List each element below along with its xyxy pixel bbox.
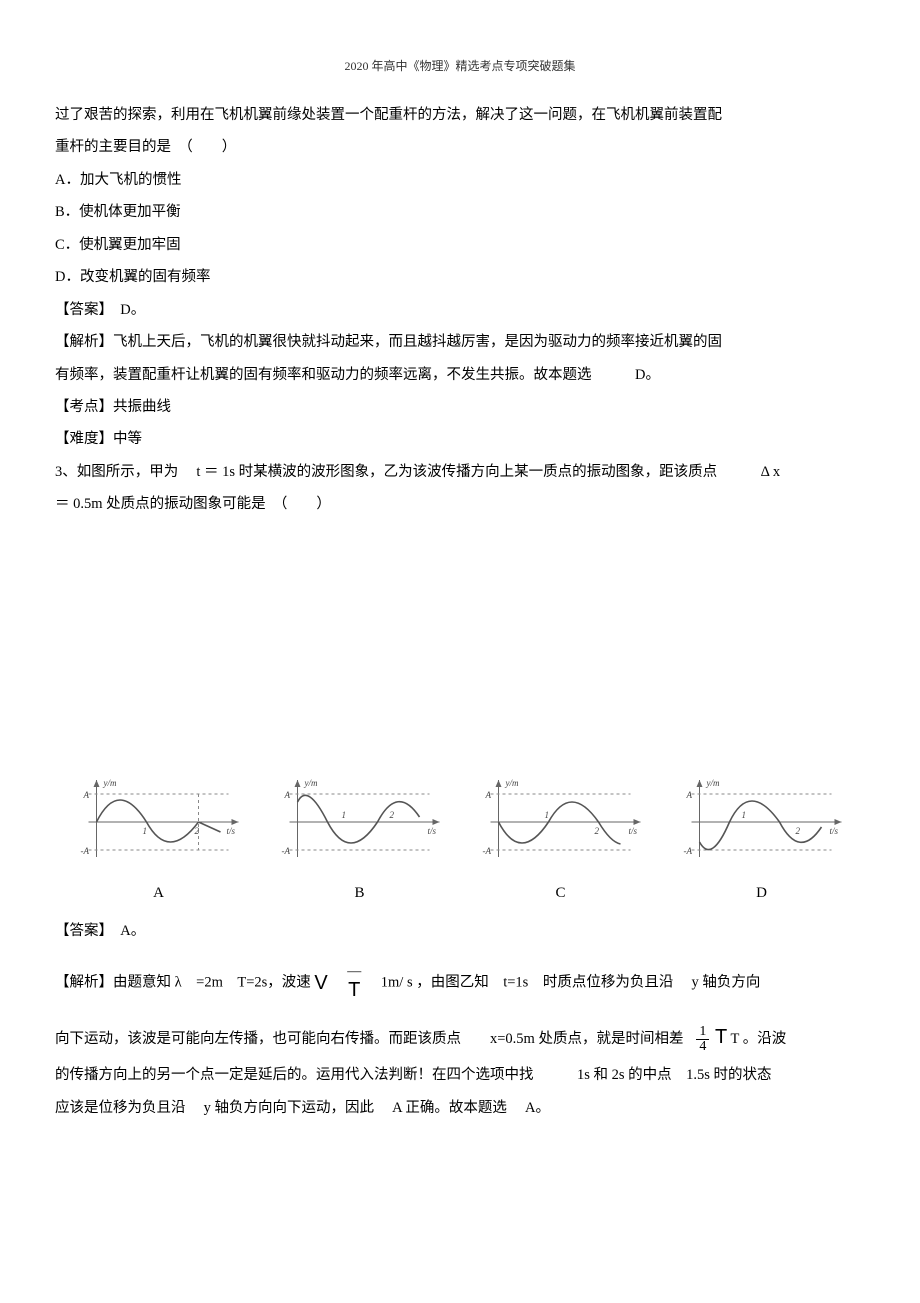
exp2-pre: 【解析】由题意知 λ =2m T=2s，波速 bbox=[55, 974, 311, 990]
period-T: T bbox=[344, 980, 364, 1001]
figure-placeholder bbox=[55, 522, 865, 762]
svg-text:t/s: t/s bbox=[629, 826, 638, 836]
document-body: 过了艰苦的探索，利用在飞机机翼前缘处装置一个配重杆的方法，解决了这一问题，在飞机… bbox=[55, 100, 865, 1123]
velocity-v: V bbox=[314, 972, 327, 994]
q2-stem-line2: 重杆的主要目的是 （ ） bbox=[55, 132, 865, 162]
frac-num: 1 bbox=[696, 1025, 709, 1041]
option-diagrams: y/m A -A 1 2 t/s A y/m A -A 1 bbox=[55, 772, 865, 910]
dash: — bbox=[344, 965, 364, 980]
explain-q3-line1: 【解析】由题意知 λ =2m T=2s，波速 V — T 1m/ s ，由图乙知… bbox=[55, 962, 865, 1004]
frac-den: 4 bbox=[696, 1040, 709, 1055]
option-c: C．使机翼更加牢固 bbox=[55, 230, 865, 260]
exp2-post: 1m/ s ，由图乙知 t=1s 时质点位移为负且沿 y 轴负方向 bbox=[381, 974, 761, 990]
svg-text:A: A bbox=[284, 790, 291, 800]
explain-q3-line3: 的传播方向上的另一个点一定是延后的。运用代入法判断！在四个选项中找 1s 和 2… bbox=[55, 1060, 865, 1090]
svg-text:A: A bbox=[686, 790, 693, 800]
svg-text:A: A bbox=[83, 790, 90, 800]
svg-text:A: A bbox=[485, 790, 492, 800]
wave-d-svg: y/m A -A 1 2 t/s bbox=[666, 772, 857, 867]
svg-text:t/s: t/s bbox=[830, 826, 839, 836]
explain-q3-line4: 应该是位移为负且沿 y 轴负方向向下运动，因此 A 正确。故本题选 A。 bbox=[55, 1093, 865, 1123]
svg-text:y/m: y/m bbox=[103, 778, 117, 788]
svg-text:-A: -A bbox=[282, 846, 291, 856]
q2-stem-line1: 过了艰苦的探索，利用在飞机机翼前缘处装置一个配重杆的方法，解决了这一问题，在飞机… bbox=[55, 100, 865, 130]
difficulty-q2: 【难度】中等 bbox=[55, 424, 865, 454]
svg-text:2: 2 bbox=[595, 826, 600, 836]
diagram-a-label: A bbox=[63, 878, 254, 910]
option-a: A．加大飞机的惯性 bbox=[55, 165, 865, 195]
svg-text:2: 2 bbox=[390, 810, 395, 820]
explain-q2-line2: 有频率，装置配重杆让机翼的固有频率和驱动力的频率远离，不发生共振。故本题选 D。 bbox=[55, 360, 865, 390]
diagram-d-label: D bbox=[666, 878, 857, 910]
svg-text:1: 1 bbox=[143, 826, 148, 836]
svg-text:-A: -A bbox=[81, 846, 90, 856]
option-b: B．使机体更加平衡 bbox=[55, 197, 865, 227]
exp2-l2a: 向下运动，该波是可能向左传播，也可能向右传播。而距该质点 x=0.5m 处质点，… bbox=[55, 1031, 683, 1047]
svg-text:-A: -A bbox=[684, 846, 693, 856]
wave-a-svg: y/m A -A 1 2 t/s bbox=[63, 772, 254, 867]
svg-text:1: 1 bbox=[545, 810, 550, 820]
frac-one-fourth: 1 4 bbox=[696, 1025, 709, 1055]
svg-text:1: 1 bbox=[742, 810, 747, 820]
q3-stem-line1: 3、如图所示，甲为 t ＝ 1s 时某横波的波形图象，乙为该波传播方向上某一质点… bbox=[55, 457, 865, 487]
diagram-c-label: C bbox=[465, 878, 656, 910]
svg-text:1: 1 bbox=[342, 810, 347, 820]
explain-q3-line2: 向下运动，该波是可能向左传播，也可能向右传播。而距该质点 x=0.5m 处质点，… bbox=[55, 1016, 865, 1058]
svg-text:y/m: y/m bbox=[304, 778, 318, 788]
option-d: D．改变机翼的固有频率 bbox=[55, 262, 865, 292]
frac-dash-over-T: — T bbox=[344, 965, 364, 1001]
page-header: 2020 年高中《物理》精选考点专项突破题集 bbox=[0, 54, 920, 79]
wave-b-svg: y/m A -A 1 2 t/s bbox=[264, 772, 455, 867]
answer-q2: 【答案】 D。 bbox=[55, 295, 865, 325]
diagram-a: y/m A -A 1 2 t/s A bbox=[63, 772, 254, 910]
svg-text:y/m: y/m bbox=[505, 778, 519, 788]
diagram-b-label: B bbox=[264, 878, 455, 910]
diagram-c: y/m A -A 1 2 t/s C bbox=[465, 772, 656, 910]
period-T-2: T bbox=[715, 1026, 727, 1048]
svg-text:2: 2 bbox=[796, 826, 801, 836]
diagram-b: y/m A -A 1 2 t/s B bbox=[264, 772, 455, 910]
svg-text:-A: -A bbox=[483, 846, 492, 856]
explain-q2-line1: 【解析】飞机上天后，飞机的机翼很快就抖动起来，而且越抖越厉害，是因为驱动力的频率… bbox=[55, 327, 865, 357]
diagram-d: y/m A -A 1 2 t/s D bbox=[666, 772, 857, 910]
svg-text:2: 2 bbox=[195, 826, 200, 836]
topic-q2: 【考点】共振曲线 bbox=[55, 392, 865, 422]
wave-c-svg: y/m A -A 1 2 t/s bbox=[465, 772, 656, 867]
svg-text:t/s: t/s bbox=[428, 826, 437, 836]
svg-text:y/m: y/m bbox=[706, 778, 720, 788]
exp2-l2b: T 。沿波 bbox=[731, 1031, 787, 1047]
q3-stem-line2: ＝ 0.5m 处质点的振动图象可能是 （ ） bbox=[55, 489, 865, 519]
svg-text:t/s: t/s bbox=[227, 826, 236, 836]
answer-q3: 【答案】 A。 bbox=[55, 916, 865, 946]
